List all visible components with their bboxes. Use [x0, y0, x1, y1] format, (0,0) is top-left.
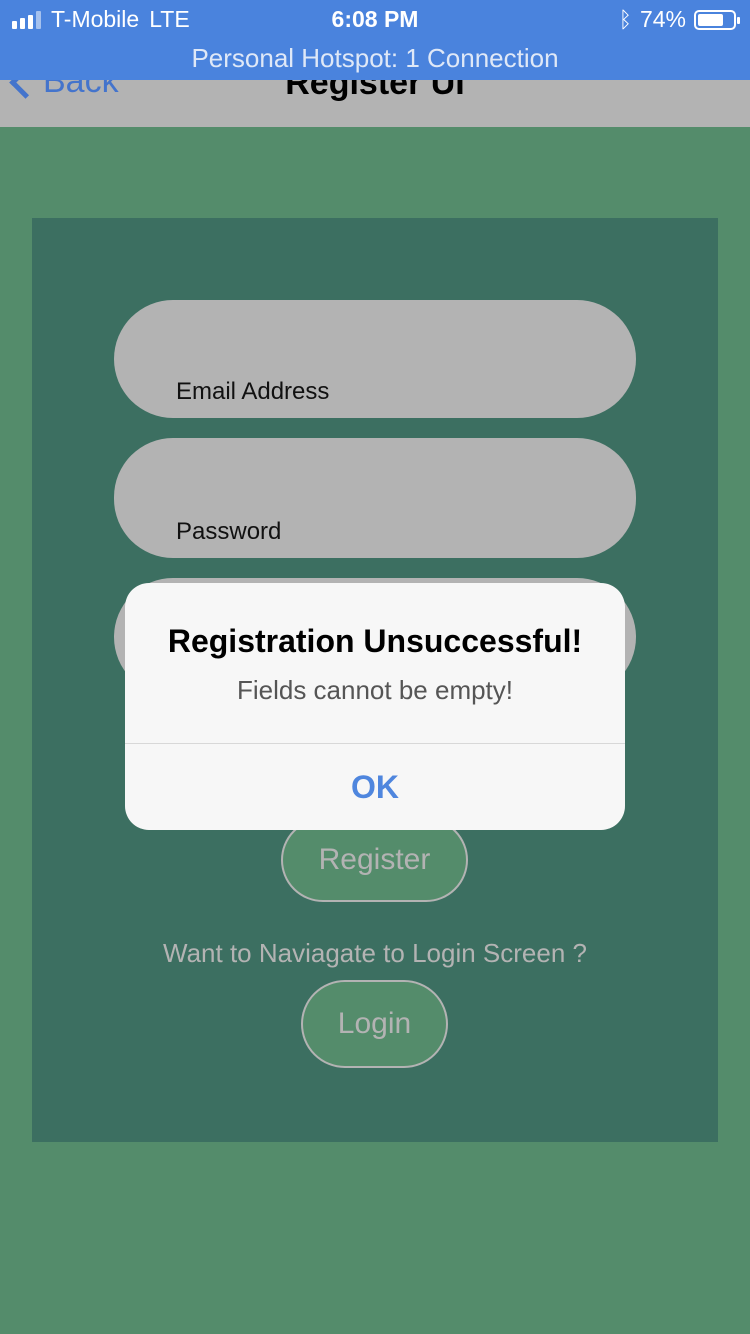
alert-message: Fields cannot be empty!: [236, 675, 514, 705]
page-title: Register UI: [285, 80, 465, 102]
login-button[interactable]: Login: [301, 980, 448, 1068]
password-field[interactable]: Password: [114, 438, 636, 558]
email-label: Email Address: [176, 378, 330, 405]
email-field[interactable]: Email Address: [114, 300, 636, 418]
navigate-prompt: Want to Naviagate to Login Screen ?: [163, 938, 587, 968]
alert-ok-button[interactable]: OK: [125, 744, 625, 830]
battery-fill: [698, 13, 723, 26]
hotspot-banner[interactable]: Personal Hotspot: 1 Connection: [0, 43, 750, 74]
register-button[interactable]: Register: [281, 818, 468, 902]
password-label: Password: [176, 518, 282, 545]
battery-icon: [694, 9, 740, 30]
status-right: ᛒ 74%: [618, 6, 740, 33]
alert-title: Registration Unsuccessful!: [167, 623, 583, 659]
status-bar: T-Mobile LTE 6:08 PM ᛒ 74% Personal Hots…: [0, 0, 750, 80]
alert-dialog: Registration Unsuccessful! Fields cannot…: [125, 583, 625, 830]
battery-percent: 74%: [639, 6, 686, 32]
navigation-bar: Back Register UI: [0, 80, 750, 127]
bluetooth-icon: ᛒ: [618, 6, 632, 32]
